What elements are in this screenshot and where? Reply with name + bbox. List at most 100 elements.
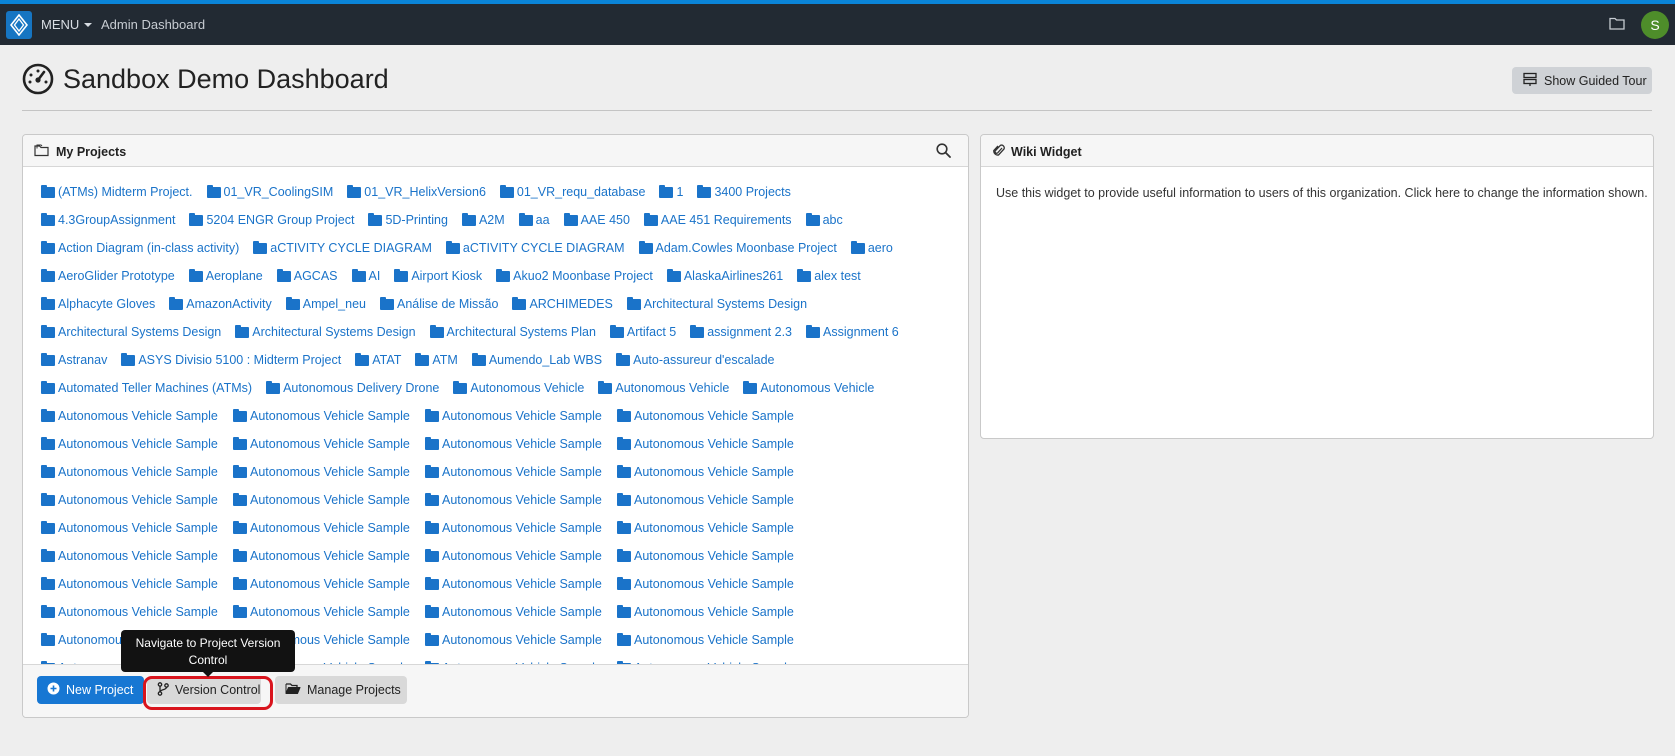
project-item[interactable]: 4.3GroupAssignment [41, 213, 175, 227]
project-item[interactable]: Autonomous Vehicle Sample [425, 465, 605, 479]
wiki-widget-text[interactable]: Use this widget to provide useful inform… [996, 186, 1648, 200]
folder-icon [233, 549, 247, 562]
project-item[interactable]: Autonomous Vehicle Sample [617, 409, 797, 423]
project-item[interactable]: Autonomous Vehicle Sample [425, 409, 605, 423]
project-item[interactable]: 5D-Printing [368, 213, 448, 227]
project-item[interactable]: Aeroplane [188, 269, 263, 283]
project-item[interactable]: 5204 ENGR Group Project [189, 213, 354, 227]
project-item[interactable]: Autonomous Vehicle Sample [617, 549, 797, 563]
project-item[interactable]: Autonomous Vehicle Sample [617, 493, 797, 507]
project-item[interactable]: 01_VR_requ_database [499, 185, 645, 199]
project-item[interactable]: A2M [461, 213, 505, 227]
project-item[interactable]: Autonomous Vehicle Sample [425, 577, 605, 591]
project-item[interactable]: assignment 2.3 [690, 325, 792, 339]
project-item[interactable]: aa [518, 213, 550, 227]
project-item[interactable]: Autonomous Vehicle Sample [425, 605, 605, 619]
project-item[interactable]: abc [805, 213, 843, 227]
project-item[interactable]: Análise de Missão [379, 297, 498, 311]
project-item[interactable]: Autonomous Vehicle Sample [617, 465, 797, 479]
project-item[interactable]: Autonomous Vehicle Sample [425, 493, 605, 507]
project-item[interactable]: Autonomous Vehicle [598, 381, 729, 395]
project-item[interactable]: Autonomous Vehicle Sample [425, 549, 605, 563]
project-name: Autonomous Vehicle Sample [442, 633, 602, 647]
project-item[interactable]: 01_VR_CoolingSIM [206, 185, 333, 199]
project-item[interactable]: Automated Teller Machines (ATMs) [41, 381, 252, 395]
project-item[interactable]: aero [850, 241, 893, 255]
project-item[interactable]: Autonomous Vehicle Sample [617, 633, 797, 647]
project-item[interactable]: (ATMs) Midterm Project. [41, 185, 193, 199]
show-guided-tour-button[interactable]: Show Guided Tour [1512, 67, 1652, 94]
project-item[interactable]: Autonomous Vehicle Sample [617, 437, 797, 451]
project-item[interactable]: Autonomous Vehicle Sample [41, 605, 221, 619]
project-item[interactable]: Autonomous Vehicle Sample [41, 437, 221, 451]
manage-projects-button[interactable]: Manage Projects [275, 676, 407, 704]
project-item[interactable]: Autonomous Vehicle Sample [425, 521, 605, 535]
project-item[interactable]: ATM [415, 353, 458, 367]
project-item[interactable]: Adam.Cowles Moonbase Project [638, 241, 837, 255]
diamond-logo-icon[interactable] [6, 11, 32, 39]
project-item[interactable]: Architectural Systems Design [41, 325, 221, 339]
project-item[interactable]: Action Diagram (in-class activity) [41, 241, 239, 255]
project-name: Autonomous Vehicle Sample [250, 577, 410, 591]
project-item[interactable]: Alphacyte Gloves [41, 297, 155, 311]
user-avatar[interactable]: S [1641, 11, 1669, 39]
project-item[interactable]: Autonomous Delivery Drone [266, 381, 439, 395]
project-item[interactable]: AAE 451 Requirements [643, 213, 792, 227]
project-item[interactable]: ATAT [355, 353, 401, 367]
project-item[interactable]: Autonomous Vehicle Sample [233, 493, 413, 507]
project-item[interactable]: Akuo2 Moonbase Project [496, 269, 653, 283]
project-item[interactable]: Autonomous Vehicle [453, 381, 584, 395]
project-item[interactable]: Autonomous Vehicle Sample [233, 465, 413, 479]
project-item[interactable]: Autonomous Vehicle Sample [41, 493, 221, 507]
project-item[interactable]: Assignment 6 [806, 325, 899, 339]
project-item[interactable]: Architectural Systems Design [235, 325, 416, 339]
project-item[interactable]: 1 [659, 185, 683, 199]
project-item[interactable]: AlaskaAirlines261 [666, 269, 783, 283]
menu-dropdown[interactable]: MENU [41, 17, 93, 32]
folder-icon [233, 409, 247, 422]
project-item[interactable]: Autonomous Vehicle Sample [617, 521, 797, 535]
project-item[interactable]: ASYS Divisio 5100 : Midterm Project [121, 353, 341, 367]
project-item[interactable]: Autonomous Vehicle [743, 381, 874, 395]
project-item[interactable]: Airport Kiosk [394, 269, 482, 283]
project-item[interactable]: Autonomous Vehicle Sample [41, 549, 221, 563]
project-item[interactable]: Aumendo_Lab WBS [471, 353, 602, 367]
project-item[interactable]: Ampel_neu [285, 297, 366, 311]
project-item[interactable]: Autonomous Vehicle Sample [233, 549, 413, 563]
project-item[interactable]: 01_VR_HelixVersion6 [347, 185, 486, 199]
folder-icon[interactable] [1609, 16, 1625, 33]
project-item[interactable]: Autonomous Vehicle Sample [233, 409, 413, 423]
project-item[interactable]: Autonomous Vehicle Sample [233, 437, 413, 451]
project-item[interactable]: AAE 450 [563, 213, 630, 227]
project-item[interactable]: Autonomous Vehicle Sample [233, 605, 413, 619]
project-item[interactable]: Architectural Systems Plan [429, 325, 596, 339]
folder-icon [379, 297, 394, 310]
project-item[interactable]: Autonomous Vehicle Sample [425, 437, 605, 451]
project-item[interactable]: alex test [797, 269, 861, 283]
project-item[interactable]: Artifact 5 [609, 325, 676, 339]
project-item[interactable]: Autonomous Vehicle Sample [41, 409, 221, 423]
project-item[interactable]: Autonomous Vehicle Sample [41, 577, 221, 591]
project-item[interactable]: aCTIVITY CYCLE DIAGRAM [445, 241, 625, 255]
project-item[interactable]: Autonomous Vehicle Sample [41, 521, 221, 535]
admin-dashboard-link[interactable]: Admin Dashboard [101, 17, 205, 32]
project-item[interactable]: Autonomous Vehicle Sample [617, 577, 797, 591]
project-item[interactable]: Autonomous Vehicle Sample [233, 577, 413, 591]
project-item[interactable]: aCTIVITY CYCLE DIAGRAM [253, 241, 432, 255]
project-item[interactable]: AGCAS [276, 269, 338, 283]
project-item[interactable]: Autonomous Vehicle Sample [233, 521, 413, 535]
new-project-button[interactable]: New Project [37, 676, 144, 704]
project-item[interactable]: Astranav [41, 353, 107, 367]
dashboard-gauge-icon [22, 63, 54, 98]
project-item[interactable]: AeroGlider Prototype [41, 269, 175, 283]
project-item[interactable]: AmazonActivity [169, 297, 272, 311]
project-item[interactable]: Auto-assureur d'escalade [616, 353, 774, 367]
project-item[interactable]: ARCHIMEDES [512, 297, 613, 311]
search-icon[interactable] [936, 143, 951, 161]
project-item[interactable]: 3400 Projects [697, 185, 791, 199]
project-item[interactable]: Autonomous Vehicle Sample [41, 465, 221, 479]
project-item[interactable]: AI [351, 269, 380, 283]
project-item[interactable]: Architectural Systems Design [626, 297, 807, 311]
project-item[interactable]: Autonomous Vehicle Sample [425, 633, 605, 647]
project-item[interactable]: Autonomous Vehicle Sample [617, 605, 797, 619]
